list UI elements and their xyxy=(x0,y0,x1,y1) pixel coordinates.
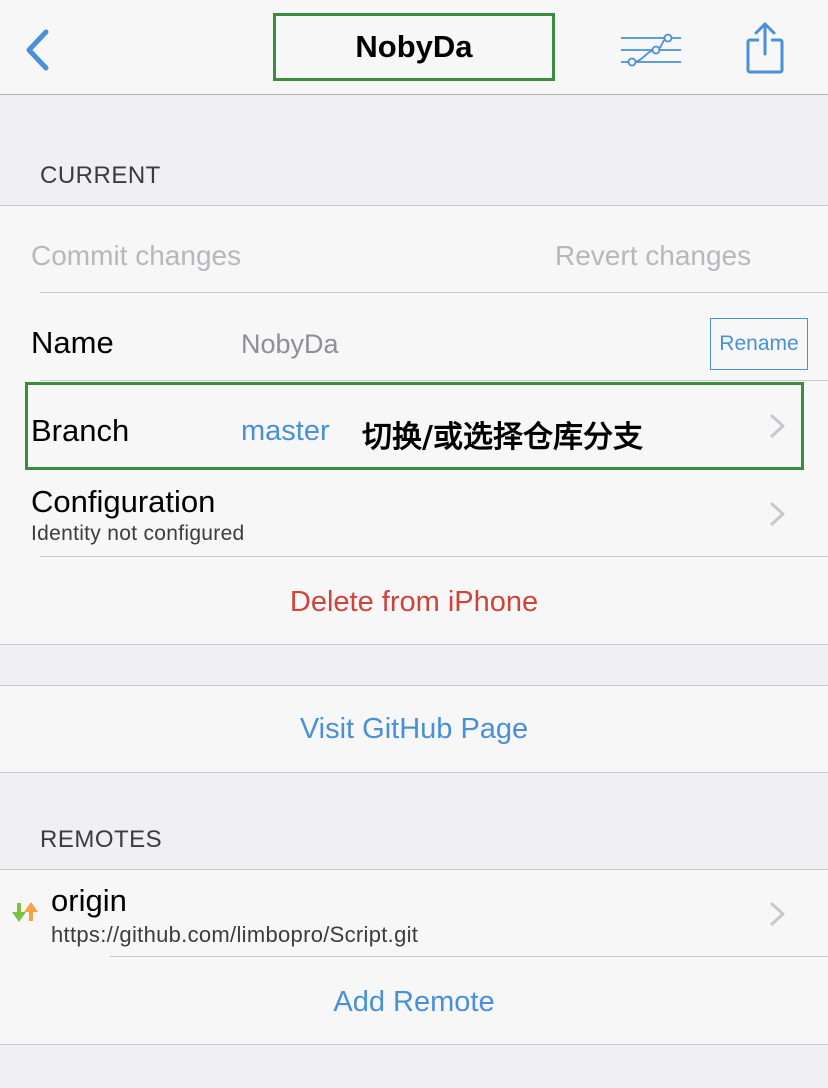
revert-changes-button[interactable]: Revert changes xyxy=(555,240,751,272)
configuration-subtitle: Identity not configured xyxy=(31,522,245,545)
divider xyxy=(40,380,828,381)
rename-button[interactable]: Rename xyxy=(710,318,808,370)
divider xyxy=(40,292,828,293)
configuration-label[interactable]: Configuration xyxy=(31,484,215,520)
title-highlight-box: NobyDa xyxy=(273,13,555,81)
commit-changes-button[interactable]: Commit changes xyxy=(31,240,241,272)
branch-row-highlight[interactable] xyxy=(25,382,804,470)
chevron-right-icon xyxy=(770,502,785,526)
share-icon xyxy=(746,22,784,74)
divider xyxy=(40,556,828,557)
navigation-bar: NobyDa xyxy=(0,0,828,95)
divider xyxy=(110,956,828,957)
visit-github-button[interactable]: Visit GitHub Page xyxy=(0,713,828,746)
delete-from-iphone-button[interactable]: Delete from iPhone xyxy=(0,586,828,619)
section-header-remotes: REMOTES xyxy=(40,826,163,853)
name-value: NobyDa xyxy=(241,329,339,359)
chevron-right-icon xyxy=(770,902,785,926)
remote-name[interactable]: origin xyxy=(51,883,127,919)
git-branches-icon xyxy=(621,33,681,67)
page-title: NobyDa xyxy=(355,29,473,64)
share-button[interactable] xyxy=(740,20,790,76)
name-label: Name xyxy=(31,325,114,360)
back-button[interactable] xyxy=(18,26,62,74)
chevron-left-icon xyxy=(26,29,49,71)
add-remote-button[interactable]: Add Remote xyxy=(0,986,828,1019)
branches-button[interactable] xyxy=(618,30,684,70)
section-header-current: CURRENT xyxy=(40,162,161,189)
remote-url: https://github.com/limbopro/Script.git xyxy=(51,922,419,947)
push-pull-arrows-icon xyxy=(12,902,38,922)
